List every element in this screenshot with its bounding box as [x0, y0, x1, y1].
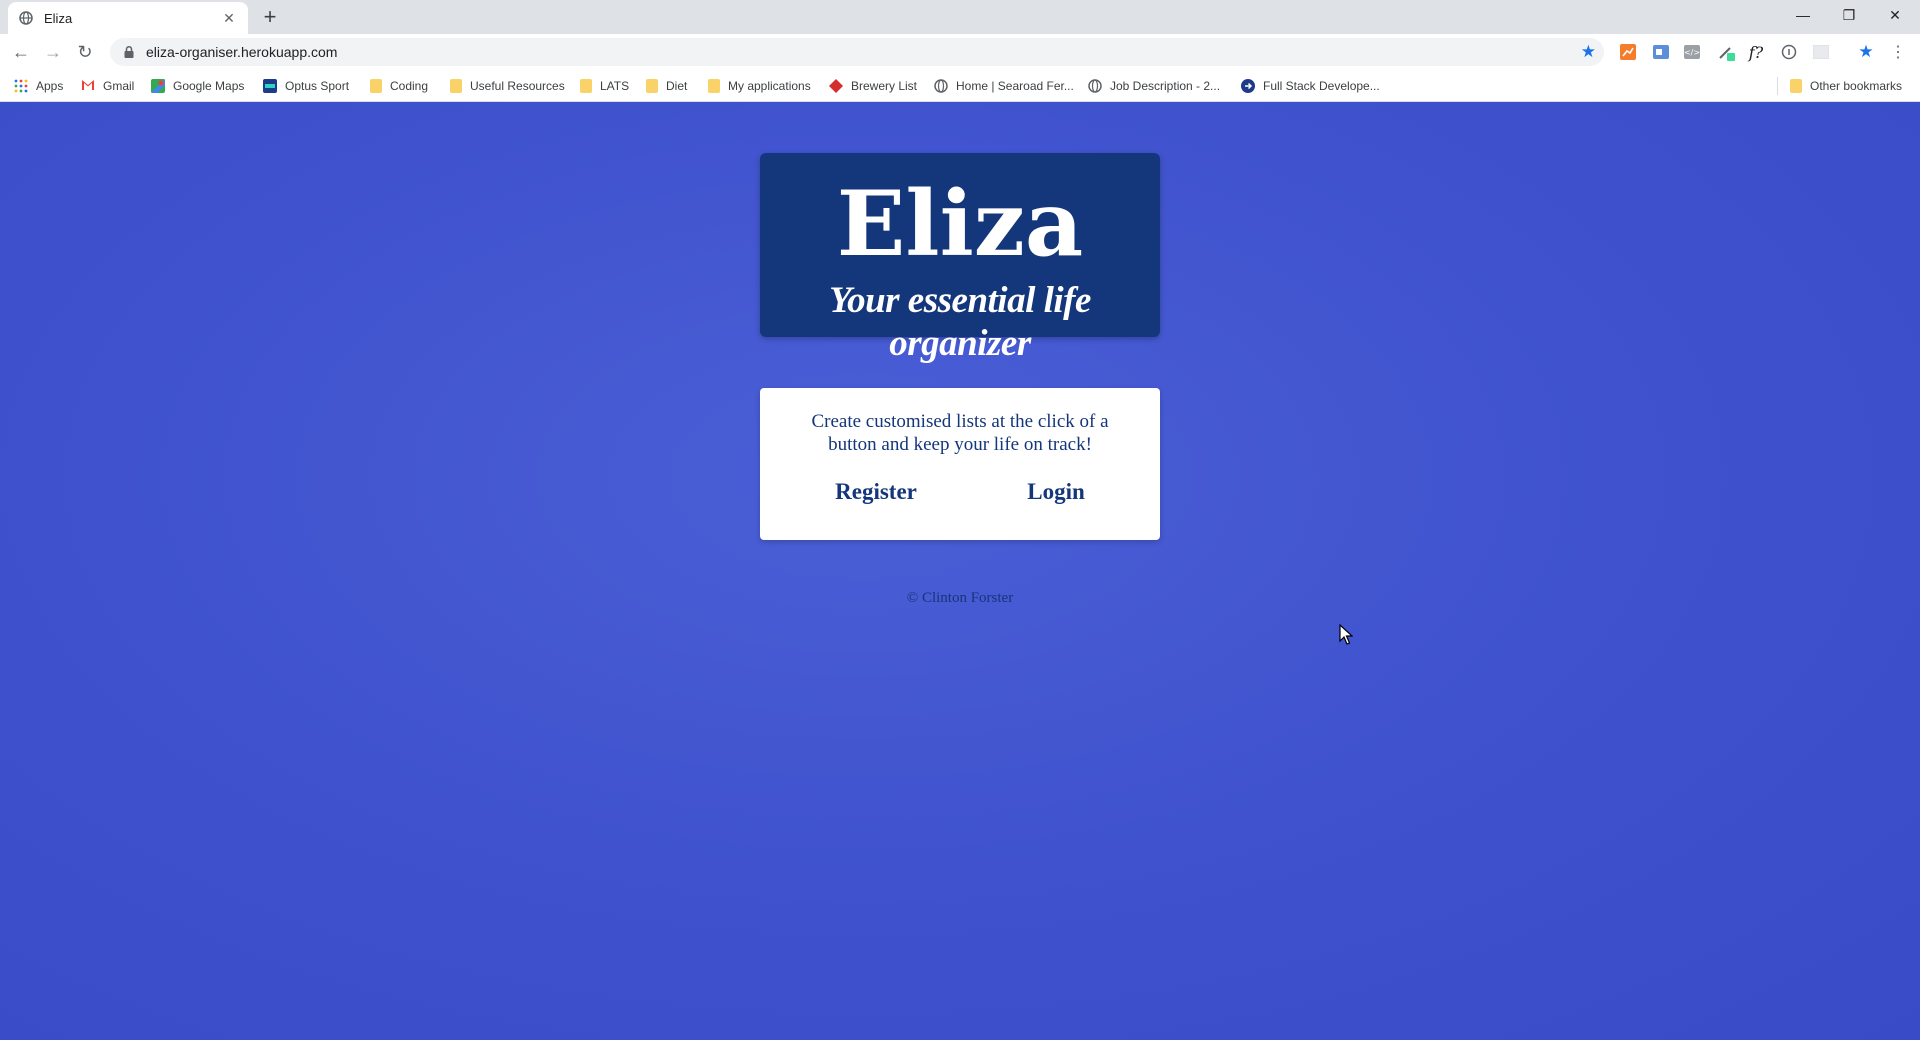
folder-icon — [370, 79, 382, 93]
close-window-button[interactable]: ✕ — [1872, 0, 1918, 30]
bookmark-other-bookmarks[interactable]: Other bookmarks — [1790, 77, 1902, 95]
hero-banner: Eliza Your essential life organizer — [760, 153, 1160, 364]
svg-text:</>: </> — [1684, 48, 1700, 57]
bookmarks-manager-star-icon[interactable]: ★ — [1856, 42, 1876, 62]
intro-text: Create customised lists at the click of … — [811, 411, 1109, 455]
tagline: Your essential life organizer — [829, 280, 1091, 364]
bookmark-gmail[interactable]: Gmail — [81, 77, 134, 95]
bookmark-label: Coding — [390, 79, 429, 93]
bookmark-label: Apps — [36, 79, 64, 93]
folder-icon — [708, 79, 720, 93]
bookmark-label: Google Maps — [173, 79, 245, 93]
extension-blank-icon[interactable] — [1811, 42, 1831, 62]
extension-card-icon[interactable] — [1651, 42, 1671, 62]
tab-close-icon[interactable]: ✕ — [220, 10, 238, 27]
bookmark-full-stack[interactable]: Full Stack Develope... — [1241, 77, 1380, 95]
extension-formula-icon[interactable]: f? — [1746, 42, 1766, 62]
brand-title: Eliza — [836, 171, 1084, 277]
bookmark-label: Diet — [666, 79, 688, 93]
bookmark-label: Home | Searoad Fer... — [956, 79, 1074, 93]
page-viewport: Eliza Your essential life organizer Crea… — [0, 102, 1920, 1040]
apps-grid-icon — [14, 79, 28, 93]
extension-circle-icon[interactable] — [1779, 42, 1799, 62]
bookmark-folder-diet[interactable]: Diet — [646, 77, 687, 95]
intro-card: Create customised lists at the click of … — [760, 388, 1160, 540]
bookmark-folder-lats[interactable]: LATS — [580, 77, 629, 95]
address-url: eliza-organiser.herokuapp.com — [146, 44, 338, 60]
register-link[interactable]: Register — [806, 472, 946, 512]
folder-icon — [450, 79, 462, 93]
bookmark-folder-useful-resources[interactable]: Useful Resources — [450, 77, 565, 95]
bookmark-label: My applications — [728, 79, 811, 93]
gmail-icon — [81, 79, 95, 93]
globe-icon — [934, 79, 948, 93]
bookmark-folder-coding[interactable]: Coding — [370, 77, 428, 95]
folder-icon — [580, 79, 592, 93]
bookmark-star-icon[interactable]: ★ — [1581, 42, 1596, 62]
bookmarks-divider — [1777, 77, 1778, 95]
address-bar[interactable]: eliza-organiser.herokuapp.com ★ — [110, 38, 1604, 66]
bookmark-optus-sport[interactable]: Optus Sport — [263, 77, 349, 95]
mouse-cursor-icon — [1339, 624, 1353, 645]
bookmark-label: Full Stack Develope... — [1263, 79, 1380, 93]
bookmark-label: LATS — [600, 79, 630, 93]
browser-toolbar: ← → ↻ eliza-organiser.herokuapp.com ★ </… — [0, 34, 1920, 70]
folder-icon — [1790, 79, 1802, 93]
bookmark-label: Optus Sport — [285, 79, 350, 93]
bookmark-label: Brewery List — [851, 79, 918, 93]
globe-icon — [1088, 79, 1102, 93]
tab-strip: Eliza ✕ + — ❐ ✕ — [0, 0, 1920, 34]
menu-kebab-icon[interactable]: ⋮ — [1888, 42, 1908, 62]
reload-button[interactable]: ↻ — [73, 40, 97, 64]
minimize-button[interactable]: — — [1780, 0, 1826, 30]
extension-eyedropper-icon[interactable] — [1716, 42, 1736, 62]
bookmark-label: Useful Resources — [470, 79, 565, 93]
extension-code-icon[interactable]: </> — [1682, 42, 1702, 62]
folder-icon — [646, 79, 658, 93]
extension-chart-icon[interactable] — [1618, 42, 1638, 62]
arrow-circle-icon — [1241, 79, 1255, 93]
bookmark-label: Other bookmarks — [1810, 79, 1903, 93]
bookmark-label: Gmail — [103, 79, 135, 93]
new-tab-button[interactable]: + — [258, 6, 282, 30]
back-button[interactable]: ← — [9, 40, 33, 64]
globe-icon — [18, 10, 34, 26]
bookmark-folder-my-applications[interactable]: My applications — [708, 77, 811, 95]
bookmark-searoad[interactable]: Home | Searoad Fer... — [934, 77, 1074, 95]
bookmarks-bar: Apps Gmail Google Maps Optus Sport Codin… — [0, 70, 1920, 102]
lock-icon — [124, 45, 134, 58]
tab-title: Eliza — [44, 10, 73, 26]
bookmark-google-maps[interactable]: Google Maps — [151, 77, 244, 95]
maps-icon — [151, 79, 165, 93]
brewery-icon — [829, 79, 843, 93]
browser-tab[interactable]: Eliza ✕ — [8, 2, 248, 34]
bookmark-job-description[interactable]: Job Description - 2... — [1088, 77, 1220, 95]
bookmark-apps[interactable]: Apps — [14, 77, 63, 95]
forward-button[interactable]: → — [41, 40, 65, 64]
optus-sport-icon — [263, 79, 277, 93]
bookmark-brewery-list[interactable]: Brewery List — [829, 77, 917, 95]
restore-button[interactable]: ❐ — [1826, 0, 1872, 30]
bookmark-label: Job Description - 2... — [1110, 79, 1221, 93]
login-link[interactable]: Login — [986, 472, 1126, 512]
copyright-footer: © Clinton Forster — [906, 590, 1014, 606]
